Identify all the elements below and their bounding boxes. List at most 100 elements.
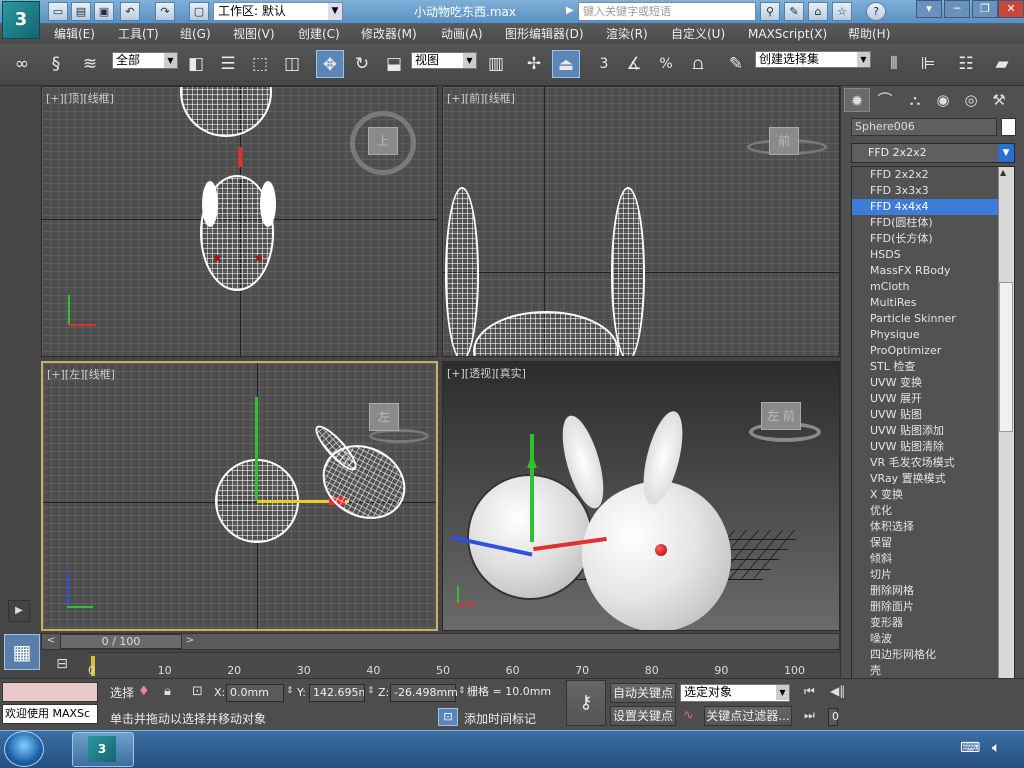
save-file-icon[interactable]: ▣: [94, 2, 114, 21]
modifier-list-item[interactable]: UVW 贴图清除: [852, 439, 1014, 455]
named-selection-set-dropdown[interactable]: 创建选择集 ▼: [755, 51, 871, 68]
modifier-list-scrollbar[interactable]: [998, 167, 1014, 710]
new-file-icon[interactable]: ▭: [48, 2, 68, 21]
x-spinner-icon[interactable]: ⇕: [286, 686, 294, 696]
move-gizmo-y-arrow[interactable]: [530, 434, 534, 542]
time-tag-icon[interactable]: ⊡: [438, 708, 458, 726]
modifier-list-item[interactable]: UVW 变换: [852, 375, 1014, 391]
modifier-list-item[interactable]: 切片: [852, 567, 1014, 583]
snaps-toggle-icon[interactable]: 3: [590, 50, 618, 78]
viewport-top-label[interactable]: [+][顶][线框]: [46, 90, 114, 106]
viewport-layout-icon[interactable]: ▦: [4, 634, 40, 670]
expand-arrow-icon[interactable]: ▶: [566, 5, 574, 16]
modifier-list-item[interactable]: Particle Skinner: [852, 311, 1014, 327]
motion-tab-icon[interactable]: ◉: [930, 88, 956, 112]
current-frame-field[interactable]: 0: [828, 708, 839, 726]
modifier-list-item[interactable]: FFD 4x4x4: [852, 199, 1014, 215]
menu-create[interactable]: 创建(C): [298, 26, 340, 42]
menu-customize[interactable]: 自定义(U): [671, 26, 725, 42]
communication-icon[interactable]: ✎: [784, 2, 804, 21]
menu-maxscript[interactable]: MAXScript(X): [748, 26, 827, 42]
graphite-toolbar-icon[interactable]: ▰: [988, 50, 1016, 78]
viewport-front[interactable]: [+][前][线框] 前: [442, 86, 840, 357]
menu-tools[interactable]: 工具(T): [118, 26, 159, 42]
menu-help[interactable]: 帮助(H): [848, 26, 890, 42]
mini-curve-editor-icon[interactable]: ⊟: [52, 656, 72, 674]
keyboard-tray-icon[interactable]: ⌨: [960, 740, 980, 756]
viewcube[interactable]: 左 前: [761, 402, 801, 430]
rabbit-head-wireframe[interactable]: [180, 87, 272, 137]
subscription-icon[interactable]: ⌂: [808, 2, 828, 21]
redo-icon[interactable]: ↷: [155, 2, 175, 21]
modify-tab-icon[interactable]: ⌒: [872, 88, 898, 112]
restore-icon[interactable]: ❐: [972, 0, 998, 18]
create-tab-icon[interactable]: ✹: [844, 88, 870, 112]
project-folder-icon[interactable]: ▢: [189, 2, 209, 21]
rabbit-head-wireframe[interactable]: [473, 311, 619, 356]
modifier-list-item[interactable]: 变形器: [852, 615, 1014, 631]
binoculars-icon[interactable]: ⚲: [760, 2, 780, 21]
favorites-star-icon[interactable]: ☆: [832, 2, 852, 21]
viewport-perspective[interactable]: [+][透视][真实] 左 前: [442, 361, 840, 631]
modifier-list-item[interactable]: 壳: [852, 663, 1014, 679]
help-menu-icon[interactable]: ▾: [916, 0, 942, 18]
menu-modifiers[interactable]: 修改器(M): [361, 26, 417, 42]
goto-start-icon[interactable]: ⏮: [804, 684, 815, 699]
open-file-icon[interactable]: ▤: [71, 2, 91, 21]
rabbit-ear-left-wireframe[interactable]: [445, 187, 479, 356]
menu-edit[interactable]: 编辑(E): [54, 26, 95, 42]
y-spinner-icon[interactable]: ⇕: [367, 686, 375, 696]
help-button[interactable]: ?: [866, 2, 886, 21]
object-color-swatch[interactable]: [1001, 118, 1016, 136]
modifier-list-item[interactable]: Physique: [852, 327, 1014, 343]
hierarchy-tab-icon[interactable]: ⛬: [902, 88, 928, 112]
modifier-list-item[interactable]: FFD(长方体): [852, 231, 1014, 247]
modifier-list-item[interactable]: VR 毛发农场模式: [852, 455, 1014, 471]
rabbit-ear-right-wireframe[interactable]: [611, 187, 645, 356]
angle-snap-icon[interactable]: ∡: [620, 50, 648, 78]
modifier-list-item[interactable]: STL 检查: [852, 359, 1014, 375]
modifier-list-item[interactable]: UVW 贴图添加: [852, 423, 1014, 439]
isolate-selection-icon[interactable]: ♦: [138, 684, 150, 699]
scrollbar-thumb[interactable]: [999, 282, 1013, 432]
viewport-top[interactable]: [+][顶][线框] 上: [41, 86, 438, 357]
menu-views[interactable]: 视图(V): [233, 26, 275, 42]
viewport-front-label[interactable]: [+][前][线框]: [447, 90, 515, 106]
time-prev-icon[interactable]: <: [44, 635, 58, 648]
link-icon[interactable]: ∞: [8, 50, 36, 78]
maxscript-listener-output[interactable]: [2, 682, 98, 702]
viewport-left-label[interactable]: [+][左][线框]: [47, 366, 115, 382]
z-coord-field[interactable]: -26.498mm: [390, 684, 458, 702]
modifier-list-item[interactable]: UVW 贴图: [852, 407, 1014, 423]
select-and-move-icon[interactable]: ✥: [316, 50, 344, 78]
modifier-list-item[interactable]: HSDS: [852, 247, 1014, 263]
modifier-list-item[interactable]: VRay 置换模式: [852, 471, 1014, 487]
undo-icon[interactable]: ↶: [120, 2, 140, 21]
modifier-list-item[interactable]: 保留: [852, 535, 1014, 551]
workspace-dropdown[interactable]: 工作区: 默认 ▼: [213, 2, 343, 21]
percent-snap-icon[interactable]: %: [652, 50, 680, 78]
edit-named-selection-icon[interactable]: ✎: [722, 50, 750, 78]
rabbit-ear-left[interactable]: [202, 181, 218, 227]
layer-manager-icon[interactable]: ☷: [952, 50, 980, 78]
select-by-name-icon[interactable]: ☰: [214, 50, 242, 78]
viewport-perspective-label[interactable]: [+][透视][真实]: [447, 365, 526, 381]
minimize-icon[interactable]: ─: [944, 0, 970, 18]
key-mode-toggle-icon[interactable]: ⏭: [804, 708, 815, 723]
key-filters-button[interactable]: 关键点过滤器...: [704, 706, 792, 726]
keyboard-shortcut-toggle-icon[interactable]: ⏏: [552, 50, 580, 78]
modifier-list-item[interactable]: ProOptimizer: [852, 343, 1014, 359]
maxscript-listener-input[interactable]: 欢迎使用 MAXSc: [2, 704, 98, 724]
pivot-center-icon[interactable]: ▥: [482, 50, 510, 78]
time-slider-thumb[interactable]: 0 / 100: [60, 634, 182, 649]
viewport-left[interactable]: [+][左][线框] 左: [41, 361, 438, 631]
y-coord-field[interactable]: 142.695mm: [309, 684, 365, 702]
modifier-list-item[interactable]: 删除网格: [852, 583, 1014, 599]
unlink-icon[interactable]: §: [42, 50, 70, 78]
modifier-list-item[interactable]: 删除面片: [852, 599, 1014, 615]
spinner-snap-icon[interactable]: ⩍: [684, 50, 712, 78]
absolute-mode-icon[interactable]: ⊡: [192, 684, 203, 699]
menu-animation[interactable]: 动画(A): [441, 26, 483, 42]
modifier-list-item[interactable]: 噪波: [852, 631, 1014, 647]
close-icon[interactable]: ✕: [998, 0, 1024, 18]
